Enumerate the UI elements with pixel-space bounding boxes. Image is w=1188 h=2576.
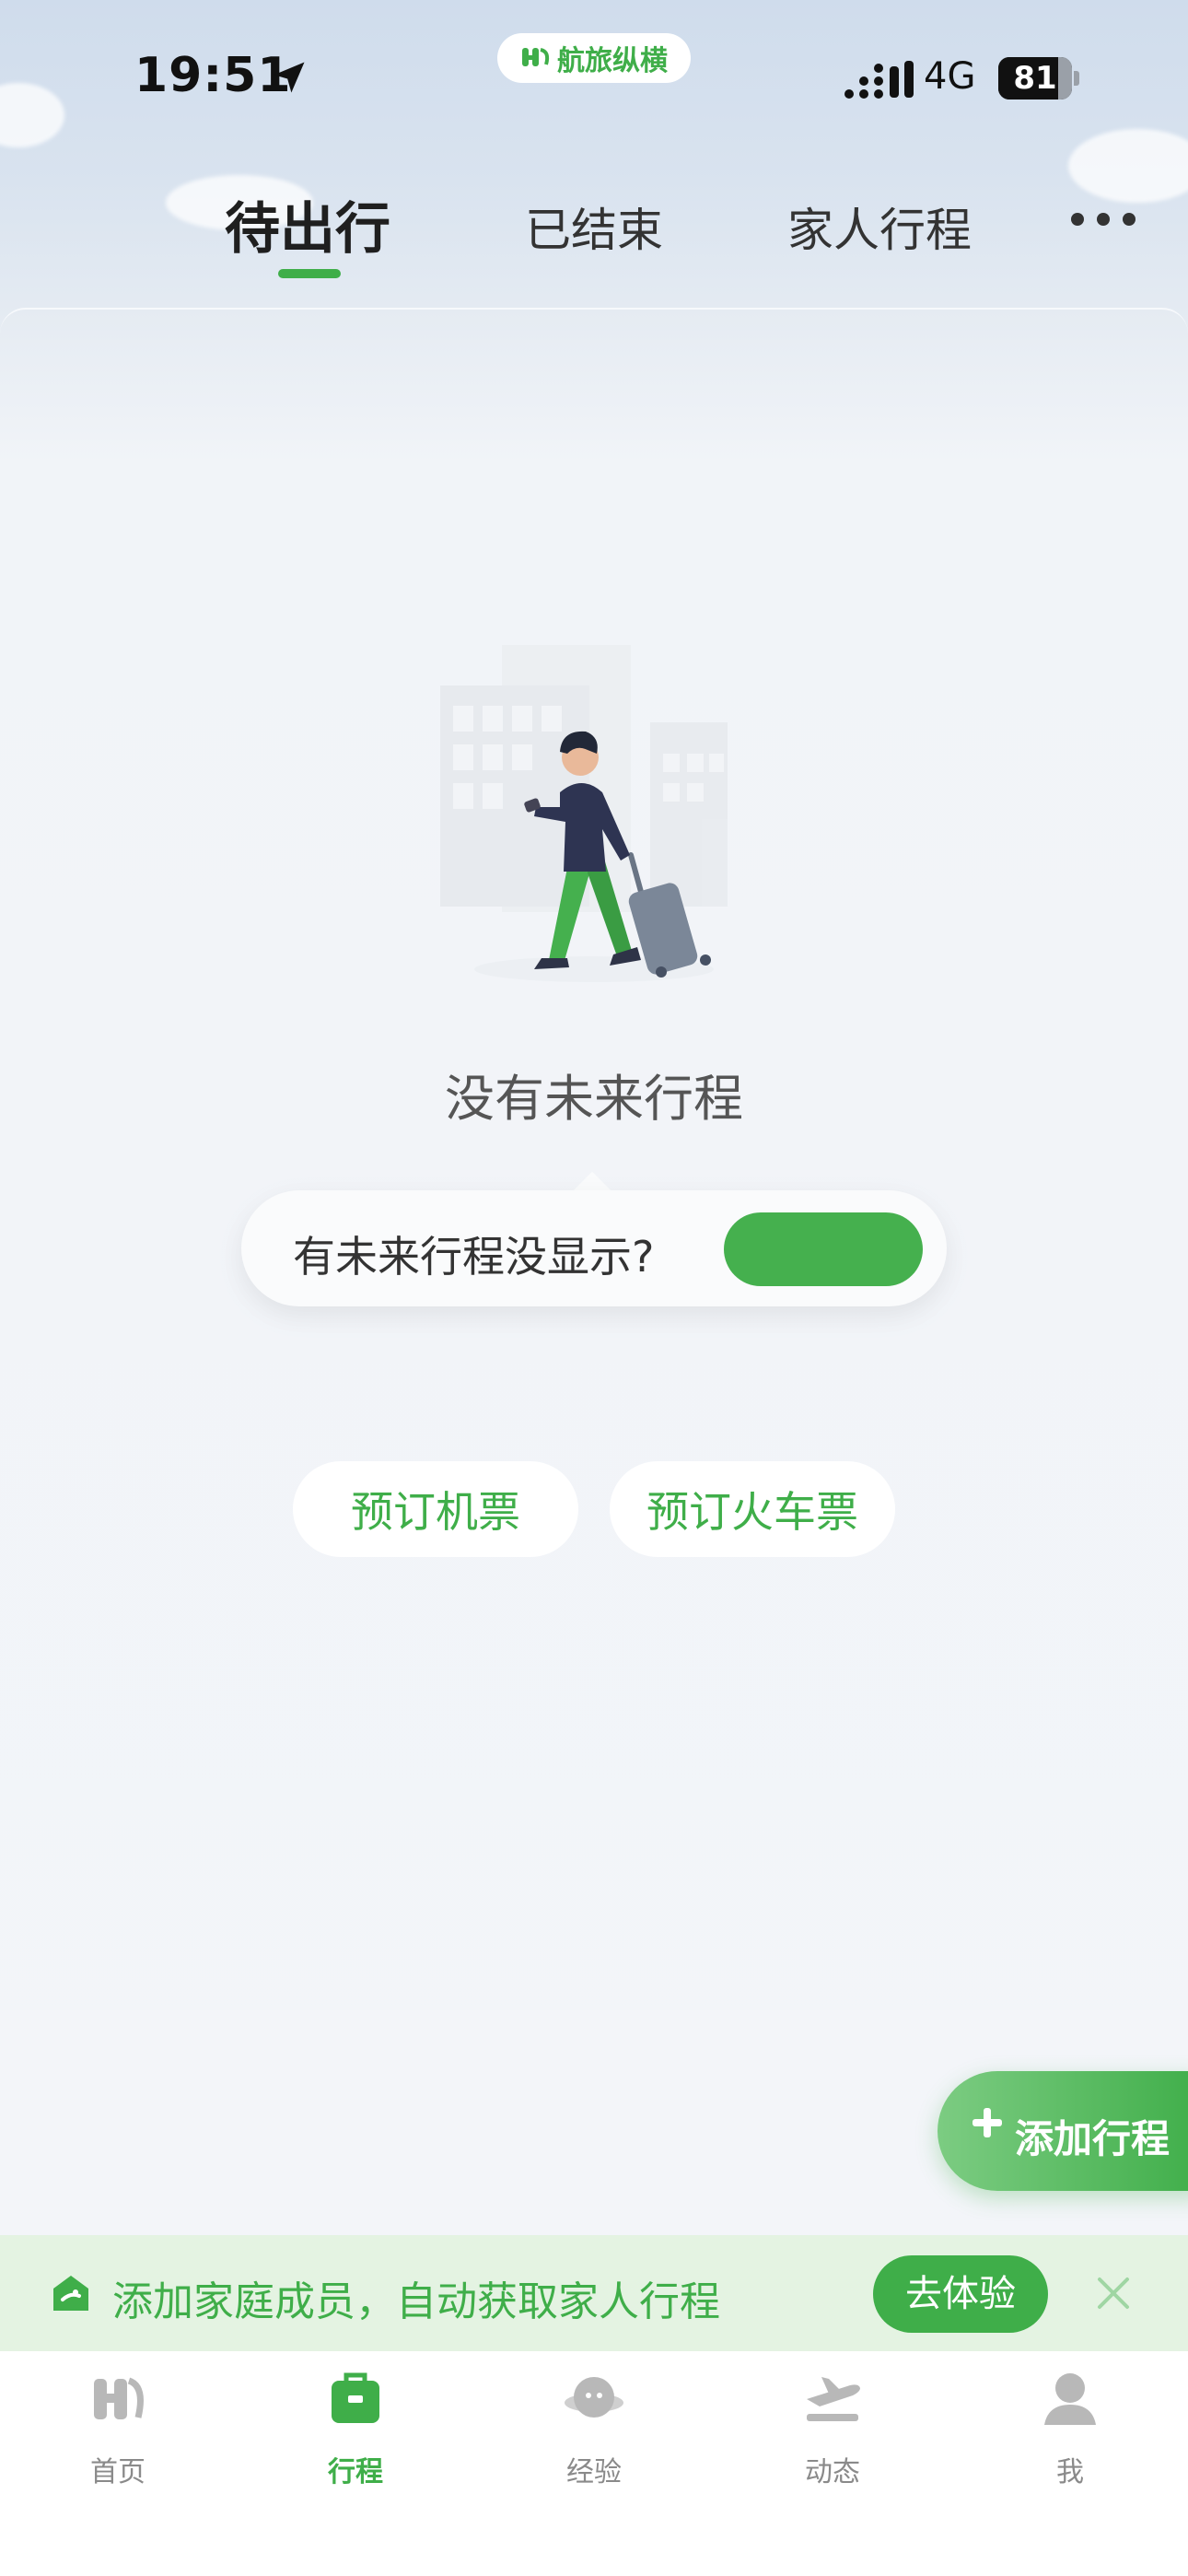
network-type: 4G	[924, 55, 976, 98]
planet-icon	[565, 2377, 623, 2418]
family-banner[interactable]: 添加家庭成员，自动获取家人行程 去体验	[0, 2235, 1188, 2351]
nav-updates[interactable]: 动态	[740, 2368, 925, 2497]
tooltip-text: 有未来行程没显示?	[293, 1232, 655, 1282]
tab-family-trips[interactable]: 家人行程	[787, 193, 972, 260]
cellular-signal-icon	[844, 61, 914, 99]
banner-text: 添加家庭成员，自动获取家人行程	[112, 2278, 720, 2325]
suitcase-icon	[332, 2372, 379, 2423]
brand-logo-icon	[522, 48, 550, 66]
nav-updates-label: 动态	[805, 2456, 860, 2488]
brand-name: 航旅纵横	[557, 45, 668, 77]
try-it-button[interactable]: 去体验	[873, 2255, 1048, 2333]
nav-trips-label: 行程	[328, 2456, 383, 2488]
nav-trips[interactable]: 行程	[263, 2368, 448, 2497]
missing-trips-tooltip: 有未来行程没显示?	[241, 1171, 947, 1306]
plus-icon	[973, 2108, 1002, 2137]
battery-percent: 81	[1013, 60, 1057, 97]
tooltip-body: 有未来行程没显示?	[241, 1190, 947, 1306]
brand-pill[interactable]: 航旅纵横	[497, 33, 691, 83]
book-train-button[interactable]: 预订火车票	[610, 1461, 895, 1557]
add-trip-label: 添加行程	[1015, 2116, 1171, 2161]
home-logo-icon	[94, 2377, 144, 2419]
location-arrow-icon	[274, 62, 305, 93]
nav-me-label: 我	[1056, 2456, 1084, 2488]
battery-cap	[1074, 71, 1079, 86]
status-time: 19:51	[134, 48, 292, 103]
empty-state-message: 没有未来行程	[445, 1070, 743, 1128]
family-home-icon	[53, 2276, 88, 2311]
battery-indicator: 81	[998, 57, 1079, 100]
tab-upcoming[interactable]: 待出行	[225, 184, 390, 264]
bottom-navigation: 首页 行程 经验 动态 我	[0, 2351, 1188, 2576]
nav-home-label: 首页	[90, 2456, 146, 2488]
nav-experience-label: 经验	[566, 2456, 622, 2488]
nav-experience[interactable]: 经验	[502, 2368, 686, 2497]
person-icon	[1044, 2373, 1096, 2425]
nav-me[interactable]: 我	[978, 2368, 1162, 2497]
close-icon[interactable]	[1092, 2272, 1135, 2314]
plane-landing-icon	[807, 2377, 860, 2421]
add-trip-button[interactable]: 添加行程	[938, 2071, 1188, 2191]
active-tab-indicator	[278, 269, 341, 278]
trip-tabs: 待出行 已结束 家人行程	[0, 175, 1188, 295]
more-dots-icon[interactable]	[1068, 208, 1138, 230]
status-bar: 19:51 航旅纵横 4G 81	[0, 0, 1188, 157]
book-flight-button[interactable]: 预订机票	[293, 1461, 578, 1557]
tooltip-action-button[interactable]	[724, 1212, 923, 1286]
tab-finished[interactable]: 已结束	[525, 193, 663, 260]
nav-home[interactable]: 首页	[26, 2368, 210, 2497]
traveler-illustration	[440, 645, 728, 982]
